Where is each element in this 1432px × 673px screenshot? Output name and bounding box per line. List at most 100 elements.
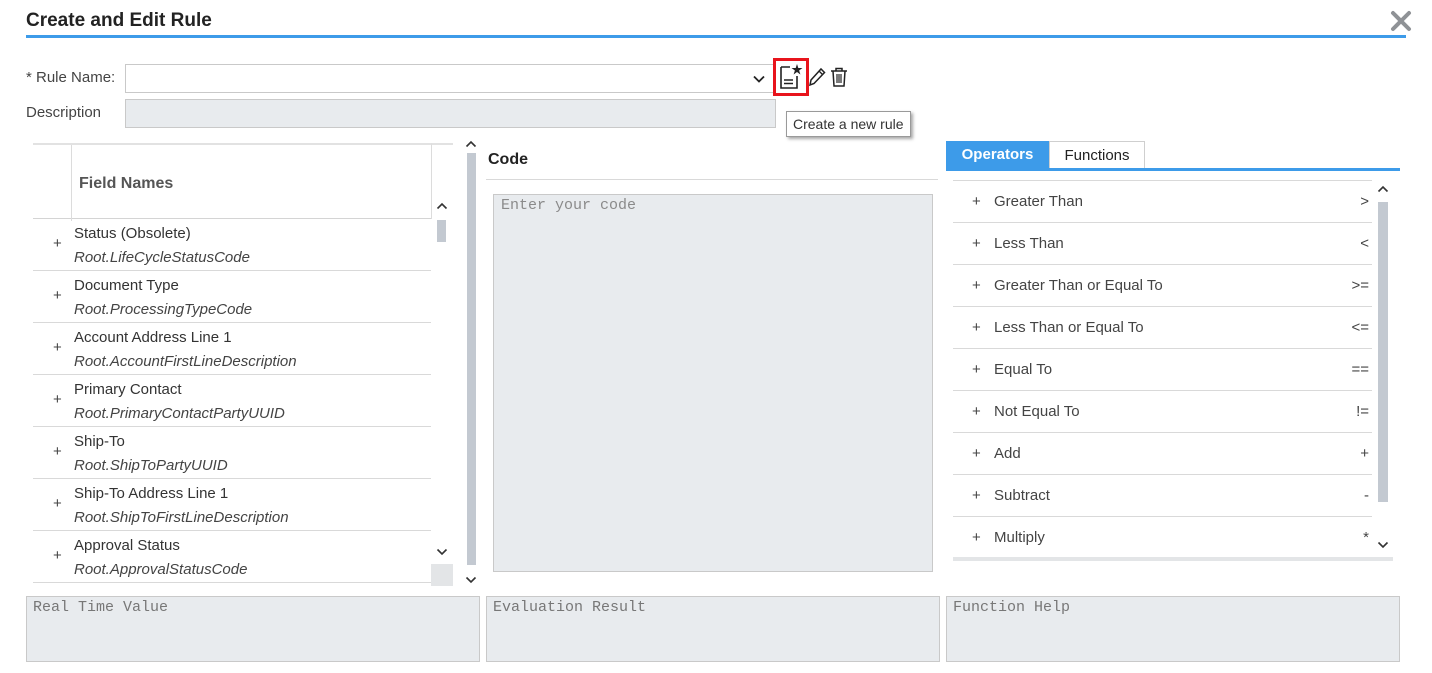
field-name: Document Type [74,277,179,294]
field-names-header: Field Names [33,143,431,221]
field-row[interactable]: + Status (Obsolete) Root.LifeCycleStatus… [33,219,431,271]
add-icon: + [972,487,981,504]
new-rule-button[interactable] [773,58,809,96]
trash-icon [829,66,849,88]
splitter-track[interactable] [467,153,476,565]
expand-icon: + [53,391,62,408]
operator-name: Multiply [994,529,1045,546]
operator-item[interactable]: + Greater Than or Equal To >= [953,265,1372,307]
operator-symbol: == [1351,361,1369,378]
field-row[interactable]: + Approval Status Root.ApprovalStatusCod… [33,531,431,583]
pencil-icon [807,66,827,88]
operator-item[interactable]: + Equal To == [953,349,1372,391]
tab-operators[interactable]: Operators [946,141,1049,171]
operator-item[interactable]: + Multiply * [953,517,1372,559]
operator-name: Greater Than [994,193,1083,210]
operator-symbol: >= [1351,277,1369,294]
new-document-icon [776,61,806,93]
expand-icon: + [53,495,62,512]
description-field[interactable] [125,99,776,128]
operator-item[interactable]: + Subtract - [953,475,1372,517]
operator-name: Greater Than or Equal To [994,277,1163,294]
add-icon: + [972,319,981,336]
edit-rule-button[interactable] [807,66,827,88]
scroll-down-icon[interactable] [1377,540,1389,550]
delete-rule-button[interactable] [829,66,849,88]
close-icon[interactable] [1388,8,1414,34]
field-name: Account Address Line 1 [74,329,232,346]
field-path: Root.PrimaryContactPartyUUID [74,405,285,422]
scroll-up-icon[interactable] [1377,184,1389,194]
code-title-divider [486,179,938,180]
operator-symbol: <= [1351,319,1369,336]
field-name: Approval Status [74,537,180,554]
field-path: Root.AccountFirstLineDescription [74,353,297,370]
description-label: Description [26,104,102,121]
field-name: Ship-To Address Line 1 [74,485,229,502]
expand-icon: + [53,443,62,460]
panel-splitter[interactable] [462,137,480,589]
operator-symbol: > [1360,193,1369,210]
operators-list: + Greater Than > + Less Than < + Greater… [953,180,1372,561]
field-path: Root.LifeCycleStatusCode [74,249,250,266]
code-editor[interactable] [493,194,933,572]
field-name: Status (Obsolete) [74,225,191,242]
expand-icon: + [53,287,62,304]
operator-symbol: < [1360,235,1369,252]
field-names-header-label: Field Names [79,175,174,192]
function-help-box[interactable] [946,596,1400,662]
add-icon: + [972,445,981,462]
scrollbar-corner [431,564,453,586]
scroll-down-icon[interactable] [436,547,448,557]
splitter-down-icon[interactable] [465,575,477,585]
operator-name: Equal To [994,361,1053,378]
field-row[interactable]: + Ship-To Root.ShipToPartyUUID [33,427,431,479]
evaluation-result-box[interactable] [486,596,940,662]
operator-name: Subtract [994,487,1050,504]
operator-item[interactable]: + Less Than < [953,223,1372,265]
operators-scrollbar[interactable] [1373,180,1393,561]
chevron-down-icon [752,72,766,86]
add-icon: + [972,235,981,252]
field-path: Root.ShipToPartyUUID [74,457,228,474]
operator-item[interactable]: + Less Than or Equal To <= [953,307,1372,349]
operator-symbol: - [1364,487,1369,504]
field-row[interactable]: + Ship-To Address Line 1 Root.ShipToFirs… [33,479,431,531]
add-icon: + [972,193,981,210]
operator-name: Less Than [994,235,1064,252]
scrollbar-thumb[interactable] [1378,202,1388,502]
field-path: Root.ProcessingTypeCode [74,301,253,318]
horizontal-scrollbar[interactable] [953,557,1393,561]
field-path: Root.ShipToFirstLineDescription [74,509,289,526]
new-rule-tooltip: Create a new rule [786,111,911,137]
splitter-up-icon[interactable] [465,139,477,149]
title-underline [26,35,1406,38]
field-names-table: Field Names + Status (Obsolete) Root.Lif… [33,143,453,586]
scrollbar-thumb[interactable] [437,220,446,242]
column-divider [71,145,72,221]
add-icon: + [972,403,981,420]
field-row[interactable]: + Account Address Line 1 Root.AccountFir… [33,323,431,375]
tab-functions[interactable]: Functions [1049,141,1145,170]
expand-icon: + [53,235,62,252]
field-name: Primary Contact [74,381,182,398]
operator-item[interactable]: + Not Equal To != [953,391,1372,433]
expand-icon: + [53,339,62,356]
field-row[interactable]: + Document Type Root.ProcessingTypeCode [33,271,431,323]
dialog-title: Create and Edit Rule [26,10,212,31]
field-row[interactable]: + Primary Contact Root.PrimaryContactPar… [33,375,431,427]
operator-symbol: != [1356,403,1369,420]
operator-name: Add [994,445,1021,462]
operator-item[interactable]: + Greater Than > [953,181,1372,223]
scroll-up-icon[interactable] [436,201,448,211]
field-name: Ship-To [74,433,125,450]
operator-name: Not Equal To [994,403,1080,420]
code-title: Code [488,151,528,168]
add-icon: + [972,529,981,546]
rule-name-dropdown[interactable] [125,64,775,93]
field-names-scrollbar[interactable] [431,198,453,586]
real-time-value-box[interactable] [26,596,480,662]
operator-item[interactable]: + Add + [953,433,1372,475]
add-icon: + [972,361,981,378]
operator-name: Less Than or Equal To [994,319,1144,336]
